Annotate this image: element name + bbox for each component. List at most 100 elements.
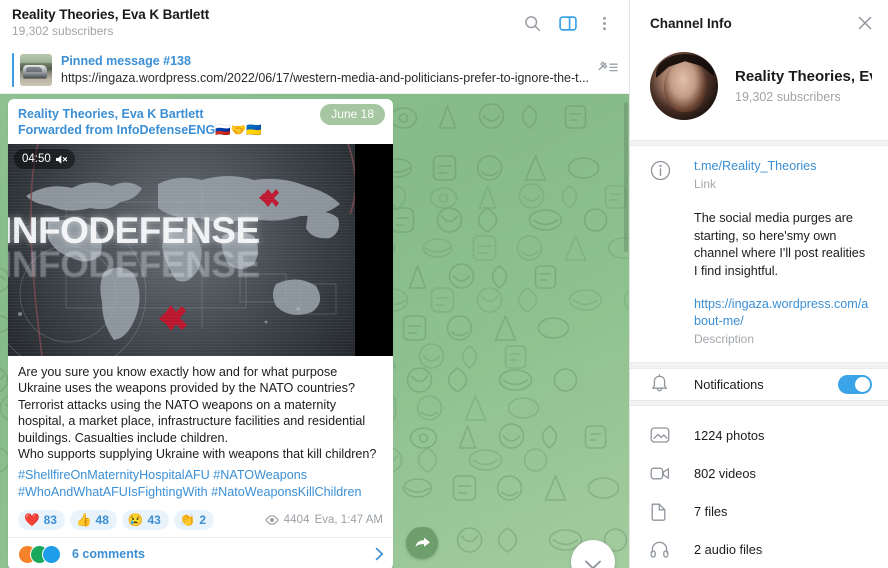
files-count-label: 7 files	[694, 503, 728, 519]
message-bubble[interactable]: Reality Theories, Eva K Bartlett Forward…	[8, 99, 393, 568]
channel-profile[interactable]: Reality Theories, Ev... 19,302 subscribe…	[630, 46, 888, 140]
channel-avatar[interactable]	[650, 52, 718, 120]
chevron-right-icon	[375, 548, 384, 561]
pinned-accent-bar	[12, 52, 14, 87]
videos-count-label: 802 videos	[694, 465, 756, 481]
notifications-row[interactable]: Notifications	[630, 369, 888, 400]
notifications-label: Notifications	[694, 376, 764, 392]
chat-menu-button[interactable]	[589, 8, 619, 38]
telegram-window: Reality Theories, Eva K Bartlett 19,302 …	[0, 0, 888, 568]
media-row-photos[interactable]: 1224 photos	[630, 416, 888, 454]
notifications-toggle[interactable]	[838, 374, 872, 394]
pin-list-icon	[598, 61, 618, 71]
message-text: Are you sure you know exactly how and fo…	[18, 365, 377, 462]
chat-header-titles[interactable]: Reality Theories, Eva K Bartlett 19,302 …	[12, 7, 517, 39]
media-row-files[interactable]: 7 files	[630, 492, 888, 530]
message-reactions-row: ❤️ 83 👍 48 😢 43 👏 2 4404 Eva, 1:47 AM	[8, 507, 393, 537]
photo-icon	[650, 427, 670, 443]
channel-profile-name: Reality Theories, Ev...	[735, 67, 872, 85]
eye-icon	[264, 515, 279, 526]
channel-description-text: The social media purges are starting, so…	[694, 211, 866, 278]
reaction-emoji: ❤️	[24, 513, 40, 527]
pinned-message-texts: Pinned message #138 https://ingaza.wordp…	[61, 53, 591, 86]
notifications-icon-cell	[650, 373, 694, 395]
chat-subscriber-count: 19,302 subscribers	[12, 24, 114, 38]
channel-info-title: Channel Info	[650, 15, 732, 31]
channel-link-caption: Link	[694, 177, 717, 192]
reaction-count: 83	[43, 513, 57, 528]
channel-info-panel: Channel Info Reality Theories, Ev... 19,…	[630, 0, 888, 568]
media-row-audio[interactable]: 2 audio files	[630, 530, 888, 568]
video-duration-text: 04:50	[22, 153, 51, 165]
pinned-message-thumbnail	[20, 53, 52, 86]
channel-username-link[interactable]: t.me/Reality_Theories	[694, 158, 872, 175]
reaction-emoji: 👍	[75, 513, 92, 527]
reaction-emoji: 😢	[127, 513, 144, 527]
channel-description-link[interactable]: https://ingaza.wordpress.com/about-me/	[694, 296, 872, 330]
pinned-list-button[interactable]	[591, 59, 619, 81]
photos-icon-cell	[650, 426, 694, 444]
share-message-button[interactable]	[406, 527, 438, 559]
message-comments-row[interactable]: 6 comments	[8, 537, 393, 568]
video-thumbnail: INFODEFENSE INFODEFENSE	[8, 144, 355, 356]
reaction-pill[interactable]: 👏 2	[173, 510, 215, 531]
reaction-list: ❤️ 83 👍 48 😢 43 👏 2	[18, 510, 265, 531]
bell-icon	[652, 373, 667, 392]
channel-profile-subscribers: 19,302 subscribers	[735, 89, 841, 104]
chat-header: Reality Theories, Eva K Bartlett 19,302 …	[0, 0, 629, 46]
message-video[interactable]: INFODEFENSE INFODEFENSE 04:50	[8, 144, 393, 356]
videos-icon-cell	[650, 465, 694, 482]
comments-label: 6 comments	[72, 547, 145, 562]
pinned-message-bar[interactable]: Pinned message #138 https://ingaza.wordp…	[0, 46, 629, 94]
more-vertical-icon	[602, 16, 606, 30]
reaction-pill[interactable]: 😢 43	[121, 510, 169, 531]
info-panel-toggle-icon	[559, 15, 577, 31]
message-view-count: 4404	[283, 514, 310, 527]
message-meta: 4404 Eva, 1:47 AM	[264, 514, 383, 527]
reaction-emoji: 👏	[179, 513, 196, 527]
video-duration-badge: 04:50	[14, 149, 75, 169]
channel-profile-texts: Reality Theories, Ev... 19,302 subscribe…	[735, 67, 872, 106]
reaction-count: 43	[147, 513, 161, 528]
chat-title: Reality Theories, Eva K Bartlett	[12, 7, 210, 22]
photos-count-label: 1224 photos	[694, 427, 765, 443]
avatar	[42, 544, 61, 564]
close-icon	[858, 16, 872, 30]
share-arrow-icon	[415, 537, 430, 547]
info-icon-cell	[650, 158, 694, 348]
pinned-message-snippet: https://ingaza.wordpress.com/2022/06/17/…	[61, 71, 590, 85]
chat-header-actions	[517, 8, 619, 38]
channel-info-body: t.me/Reality_Theories Link The social me…	[694, 158, 872, 348]
comment-avatars	[18, 544, 61, 564]
pinned-message-title: Pinned message #138	[61, 54, 191, 68]
messages-area[interactable]: Reality Theories, Eva K Bartlett Forward…	[0, 94, 629, 568]
media-row-videos[interactable]: 802 videos	[630, 454, 888, 492]
audio-icon	[650, 541, 669, 558]
close-panel-button[interactable]	[850, 8, 880, 38]
video-icon	[650, 467, 670, 479]
chat-scrollbar[interactable]	[624, 102, 628, 252]
channel-info-header: Channel Info	[630, 0, 888, 46]
search-button[interactable]	[517, 8, 547, 38]
reaction-count: 48	[95, 513, 109, 528]
info-circle-icon	[650, 160, 671, 181]
channel-description-caption: Description	[694, 332, 755, 347]
chevron-down-icon	[585, 560, 601, 568]
reaction-pill[interactable]: ❤️ 83	[18, 510, 65, 531]
audio-icon-cell	[650, 540, 694, 558]
channel-info-block: t.me/Reality_Theories Link The social me…	[630, 146, 888, 362]
file-icon	[651, 503, 666, 521]
reaction-count: 2	[199, 513, 207, 528]
audio-count-label: 2 audio files	[694, 541, 763, 557]
files-icon-cell	[650, 502, 694, 521]
message-header: Reality Theories, Eva K Bartlett Forward…	[8, 99, 393, 144]
message-hashtags[interactable]: #ShellfireOnMaternityHospitalAFU #NATOWe…	[8, 467, 393, 507]
video-overlay-text-reflection: INFODEFENSE	[8, 244, 260, 285]
shared-media-list: 1224 photos 802 videos 7 files 2 audio f…	[630, 406, 888, 568]
message-signature-time: Eva, 1:47 AM	[314, 514, 383, 527]
chat-column: Reality Theories, Eva K Bartlett 19,302 …	[0, 0, 630, 568]
reaction-pill[interactable]: 👍 48	[69, 510, 117, 531]
info-panel-toggle-button[interactable]	[553, 8, 583, 38]
message-date-badge: June 18	[320, 104, 385, 125]
speaker-muted-icon	[55, 154, 67, 164]
